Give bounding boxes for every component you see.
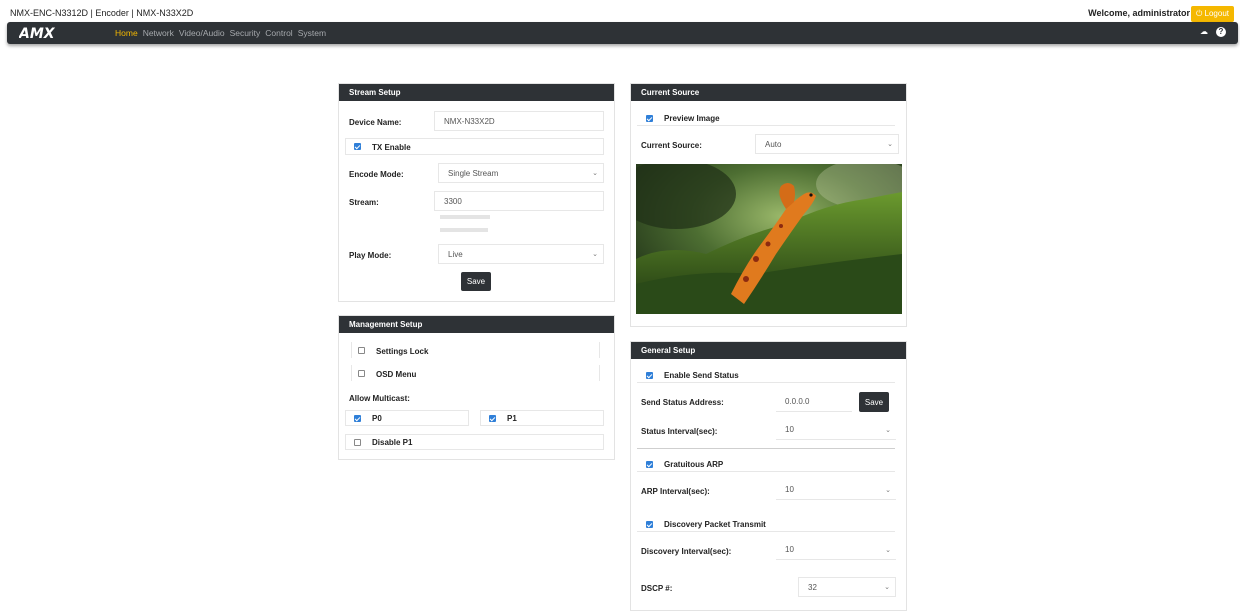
nav-security[interactable]: Security [230, 28, 261, 38]
status-interval-value: 10 [785, 425, 794, 434]
stream-setup-title: Stream Setup [339, 84, 614, 101]
send-status-address-label: Send Status Address: [641, 398, 724, 407]
current-source-select[interactable]: Auto ⌄ [755, 134, 899, 154]
allow-multicast-label: Allow Multicast: [349, 394, 410, 403]
nav-system[interactable]: System [298, 28, 326, 38]
discovery-interval-value: 10 [785, 545, 794, 554]
current-source-value: Auto [765, 139, 782, 149]
nav-video-audio[interactable]: Video/Audio [179, 28, 225, 38]
play-mode-label: Play Mode: [349, 251, 392, 260]
preview-image [636, 164, 902, 314]
tx-enable-label: TX Enable [372, 143, 411, 152]
arp-interval-value: 10 [785, 485, 794, 494]
chevron-down-icon: ⌄ [885, 486, 891, 494]
osd-menu-label: OSD Menu [376, 370, 417, 379]
device-name-input[interactable]: NMX-N33X2D [434, 111, 604, 131]
logout-button[interactable]: ⏻ Logout [1190, 6, 1234, 22]
encode-mode-select[interactable]: Single Stream ⌄ [438, 163, 604, 183]
device-name-value: NMX-N33X2D [444, 116, 495, 126]
send-status-address-value: 0.0.0.0 [785, 397, 810, 406]
p1-label: P1 [507, 414, 517, 423]
arp-interval-label: ARP Interval(sec): [641, 487, 710, 496]
chevron-down-icon: ⌄ [592, 251, 598, 258]
amx-logo: AMX [19, 26, 56, 40]
status-interval-select[interactable]: 10 ⌄ [776, 420, 896, 440]
chevron-down-icon: ⌄ [885, 546, 891, 554]
management-setup-title: Management Setup [339, 316, 614, 333]
chevron-down-icon: ⌄ [884, 584, 890, 591]
main-nav: Home Network Video/Audio Security Contro… [115, 28, 331, 38]
enable-send-status-checkbox[interactable] [646, 372, 653, 379]
current-source-label: Current Source: [641, 141, 702, 150]
disable-p1-checkbox[interactable] [354, 439, 361, 446]
gratuitous-arp-label: Gratuitous ARP [664, 460, 724, 469]
discovery-packet-label: Discovery Packet Transmit [664, 520, 766, 529]
nav-network[interactable]: Network [143, 28, 174, 38]
dscp-value: 32 [808, 582, 817, 592]
encode-mode-value: Single Stream [448, 168, 499, 178]
send-status-save-button[interactable]: Save [859, 392, 889, 412]
device-title: NMX-ENC-N3312D | Encoder | NMX-N33X2D [10, 8, 194, 18]
cloud-icon[interactable]: ☁ [1199, 27, 1209, 37]
p0-label: P0 [372, 414, 382, 423]
stream-save-button[interactable]: Save [461, 272, 491, 291]
general-setup-title: General Setup [631, 342, 906, 359]
chevron-down-icon: ⌄ [885, 426, 891, 434]
top-header: NMX-ENC-N3312D | Encoder | NMX-N33X2D We… [0, 0, 1240, 22]
settings-lock-checkbox[interactable] [358, 347, 365, 354]
dscp-select[interactable]: 32 ⌄ [798, 577, 896, 597]
arp-interval-select[interactable]: 10 ⌄ [776, 480, 896, 500]
divider [637, 448, 895, 449]
stream-label: Stream: [349, 198, 379, 207]
stream-value: 3300 [444, 196, 462, 206]
gratuitous-arp-checkbox[interactable] [646, 461, 653, 468]
discovery-interval-select[interactable]: 10 ⌄ [776, 540, 896, 560]
stream-hint-2 [440, 228, 488, 232]
p0-row [345, 410, 469, 426]
discovery-packet-checkbox[interactable] [646, 521, 653, 528]
encode-mode-label: Encode Mode: [349, 170, 404, 179]
stream-hint-1 [440, 215, 490, 219]
nav-control[interactable]: Control [265, 28, 292, 38]
logo-text: AMX [19, 26, 56, 40]
p0-checkbox[interactable] [354, 415, 361, 422]
tx-enable-checkbox[interactable] [354, 143, 361, 150]
settings-lock-label: Settings Lock [376, 347, 429, 356]
p1-checkbox[interactable] [489, 415, 496, 422]
current-source-title: Current Source [631, 84, 906, 101]
welcome-text: Welcome, administrator [1088, 8, 1190, 18]
p1-row [480, 410, 604, 426]
stream-input[interactable]: 3300 [434, 191, 604, 211]
play-mode-select[interactable]: Live ⌄ [438, 244, 604, 264]
chevron-down-icon: ⌄ [887, 141, 893, 148]
enable-send-status-label: Enable Send Status [664, 371, 739, 380]
discovery-interval-label: Discovery Interval(sec): [641, 547, 732, 556]
nav-icons: ☁ ? [1199, 27, 1226, 37]
navbar: AMX Home Network Video/Audio Security Co… [7, 22, 1238, 44]
preview-image-checkbox[interactable] [646, 115, 653, 122]
dscp-label: DSCP #: [641, 584, 673, 593]
send-status-address-input[interactable]: 0.0.0.0 [776, 392, 852, 412]
logout-label: Logout [1204, 9, 1229, 18]
nav-home[interactable]: Home [115, 28, 138, 38]
status-interval-label: Status Interval(sec): [641, 427, 718, 436]
preview-image-label: Preview Image [664, 114, 720, 123]
osd-menu-checkbox[interactable] [358, 370, 365, 377]
disable-p1-label: Disable P1 [372, 438, 413, 447]
device-name-label: Device Name: [349, 118, 402, 127]
chevron-down-icon: ⌄ [592, 170, 598, 177]
help-icon[interactable]: ? [1216, 27, 1226, 37]
play-mode-value: Live [448, 249, 463, 259]
